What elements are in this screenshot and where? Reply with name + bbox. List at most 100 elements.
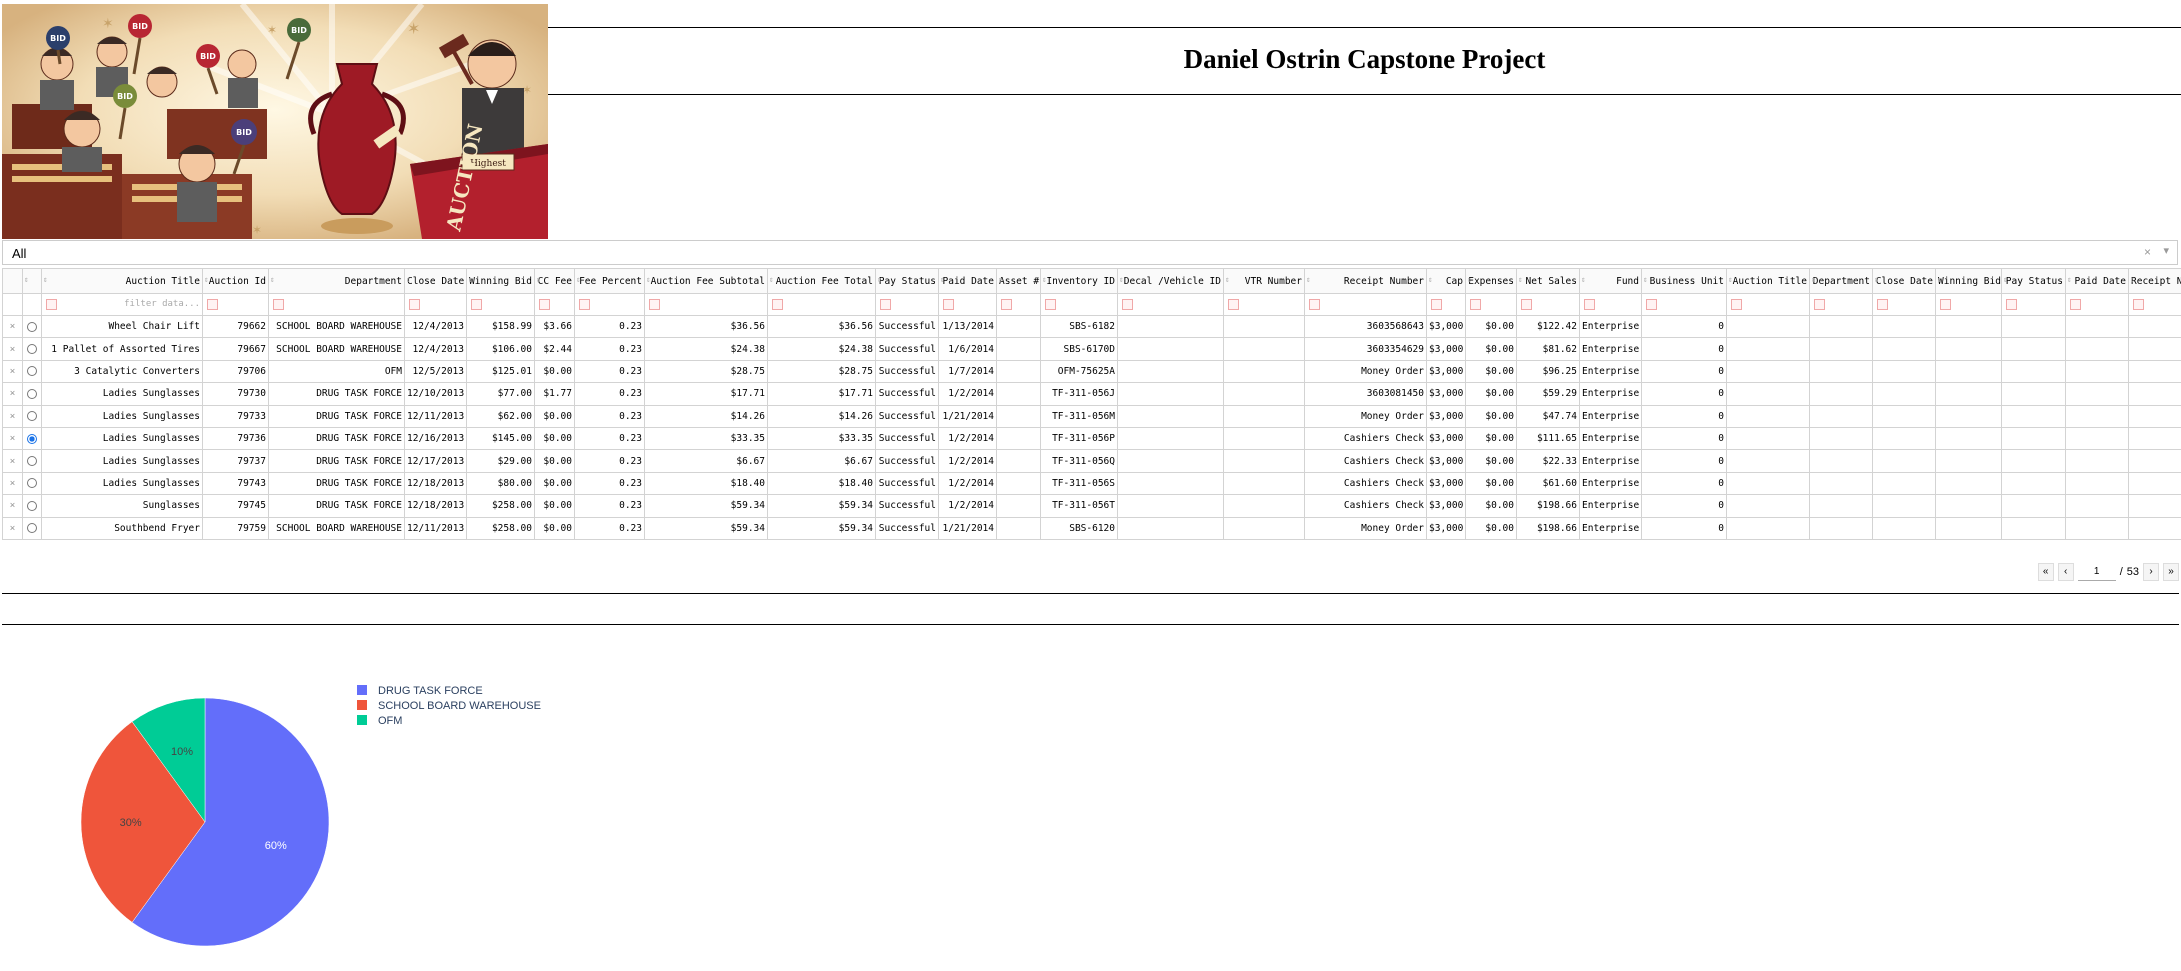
column-filter-input[interactable]	[1516, 293, 1580, 316]
sort-icon[interactable]: ⇕	[468, 275, 473, 284]
sort-icon[interactable]: ⇕	[270, 275, 275, 284]
column-filter-input[interactable]	[1223, 293, 1305, 316]
column-filter-input[interactable]	[1726, 293, 1810, 316]
sort-icon[interactable]: ⇕	[1119, 275, 1124, 284]
legend-swatch[interactable]	[357, 715, 367, 725]
table-row[interactable]: × Ladies Sunglasses 79737 DRUG TASK FORCE 12…	[2, 449, 2181, 473]
column-filter-input[interactable]	[574, 293, 645, 316]
table-row[interactable]: × Ladies Sunglasses 79730 DRUG TASK FORCE 12…	[2, 382, 2181, 406]
column-header[interactable]: ⇕ Inventory ID	[1040, 268, 1118, 294]
column-header[interactable]: ⇕ Auction Title	[1726, 268, 1810, 294]
sort-icon[interactable]: ⇕	[204, 275, 209, 284]
column-header[interactable]: ⇕Receipt Numbe	[2128, 268, 2181, 294]
column-filter-input[interactable]	[938, 293, 997, 316]
delete-row-icon[interactable]: ×	[2, 382, 23, 406]
sort-icon[interactable]: ⇕	[1467, 275, 1472, 284]
column-filter-input[interactable]	[534, 293, 575, 316]
filter-case-icon[interactable]	[943, 299, 954, 310]
chevron-down-icon[interactable]: ▾	[2163, 244, 2169, 257]
filter-case-icon[interactable]	[1228, 299, 1239, 310]
sort-icon[interactable]: ⇕	[1937, 275, 1942, 284]
row-select-radio[interactable]	[22, 494, 42, 518]
delete-row-icon[interactable]: ×	[2, 359, 23, 384]
filter-case-icon[interactable]	[207, 299, 218, 310]
column-header[interactable]: ⇕ VTR Number	[1223, 268, 1305, 294]
column-header[interactable]: ⇕ Expenses	[1465, 268, 1517, 294]
legend-label[interactable]: OFM	[378, 715, 402, 727]
filter-case-icon[interactable]	[1431, 299, 1442, 310]
column-header[interactable]: ⇕ Decal /Vehicle ID	[1117, 268, 1224, 294]
column-filter-input[interactable]	[1809, 293, 1873, 316]
column-filter-input[interactable]	[404, 293, 467, 316]
table-row[interactable]: × Ladies Sunglasses 79733 DRUG TASK FORCE 12…	[2, 404, 2181, 428]
column-filter-input[interactable]	[2001, 293, 2066, 316]
column-header[interactable]: ⇕ Paid Date	[2065, 268, 2129, 294]
sort-icon[interactable]: ⇕	[1728, 275, 1733, 284]
radio-button[interactable]	[27, 500, 37, 511]
filter-case-icon[interactable]	[880, 299, 891, 310]
column-filter-input[interactable]	[767, 293, 876, 316]
filter-case-icon[interactable]	[1646, 299, 1657, 310]
filter-case-icon[interactable]	[1045, 299, 1056, 310]
column-filter-input[interactable]	[2128, 293, 2181, 316]
next-page-button[interactable]: ›	[2143, 563, 2159, 581]
delete-row-icon[interactable]: ×	[2, 449, 23, 473]
column-filter-input[interactable]	[1465, 293, 1517, 316]
current-page-input[interactable]: 1	[2077, 564, 2116, 581]
table-row[interactable]: × 1 Pallet of Assorted Tires 79667 SCHOOL B…	[2, 337, 2181, 361]
delete-row-icon[interactable]: ×	[2, 314, 23, 339]
sort-icon[interactable]: ⇕	[1643, 275, 1648, 284]
table-row[interactable]: × Ladies Sunglasses 79736 DRUG TASK FORCE 12…	[2, 426, 2181, 451]
filter-case-icon[interactable]	[409, 299, 420, 310]
table-row[interactable]: × Southbend Fryer 79759 SCHOOL BOARD WAREHO…	[2, 516, 2181, 540]
row-select-radio[interactable]	[22, 449, 42, 473]
radio-button[interactable]	[27, 344, 37, 355]
filter-case-icon[interactable]	[1584, 299, 1595, 310]
sort-icon[interactable]: ⇕	[1042, 275, 1047, 284]
filter-case-icon[interactable]	[46, 299, 57, 310]
column-header[interactable]: ⇕ Pay Status	[875, 268, 939, 294]
sort-icon[interactable]: ⇕	[43, 275, 48, 284]
filter-case-icon[interactable]	[1731, 299, 1742, 310]
sort-icon[interactable]: ⇕	[406, 275, 411, 284]
column-header[interactable]: ⇕ Asset #	[996, 268, 1041, 294]
previous-page-button[interactable]: ‹	[2057, 563, 2074, 581]
filter-case-icon[interactable]	[772, 299, 783, 310]
column-filter-input[interactable]	[2065, 293, 2129, 316]
column-filter-input[interactable]	[644, 293, 768, 316]
clear-icon[interactable]: ×	[2144, 245, 2151, 259]
sort-icon[interactable]: ⇕	[646, 275, 651, 284]
filter-case-icon[interactable]	[1814, 299, 1825, 310]
column-header[interactable]: ⇕ Auction Fee Subtotal	[644, 268, 768, 294]
radio-button[interactable]	[27, 456, 37, 467]
sort-icon[interactable]: ⇕	[940, 275, 945, 284]
column-header[interactable]: ⇕ Department	[268, 268, 405, 294]
row-select-radio[interactable]	[22, 314, 42, 339]
radio-button[interactable]	[27, 388, 37, 399]
radio-button[interactable]	[27, 478, 37, 489]
radio-button[interactable]	[27, 433, 37, 444]
sort-icon[interactable]: ⇕	[998, 275, 1003, 284]
filter-case-icon[interactable]	[539, 299, 550, 310]
row-select-radio[interactable]	[22, 471, 42, 496]
delete-row-icon[interactable]: ×	[2, 516, 23, 540]
legend-label[interactable]: SCHOOL BOARD WAREHOUSE	[378, 700, 541, 712]
sort-icon[interactable]: ⇕	[576, 275, 581, 284]
sort-icon[interactable]: ⇕	[1581, 275, 1586, 284]
last-page-button[interactable]: »	[2163, 563, 2179, 581]
sort-icon[interactable]: ⇕	[1428, 275, 1433, 284]
sort-icon[interactable]: ⇕	[2067, 275, 2072, 284]
filter-case-icon[interactable]	[471, 299, 482, 310]
column-filter-input[interactable]	[1579, 293, 1642, 316]
table-row[interactable]: × 3 Catalytic Converters 79706 OFM 12/5/2013…	[2, 359, 2181, 384]
column-filter-input[interactable]	[466, 293, 535, 316]
sort-icon[interactable]: ⇕	[1811, 275, 1816, 284]
column-header[interactable]: ⇕ Paid Date	[938, 268, 997, 294]
sort-icon[interactable]: ⇕	[877, 275, 882, 284]
table-row[interactable]: × Sunglasses 79745 DRUG TASK FORCE 12/18/201…	[2, 494, 2181, 518]
column-filter-input[interactable]	[1935, 293, 2002, 316]
table-row[interactable]: × Wheel Chair Lift 79662 SCHOOL BOARD WAREH…	[2, 314, 2181, 339]
column-header[interactable]: ⇕ Auction Id	[202, 268, 269, 294]
filter-case-icon[interactable]	[1877, 299, 1888, 310]
row-select-radio[interactable]	[22, 337, 42, 361]
